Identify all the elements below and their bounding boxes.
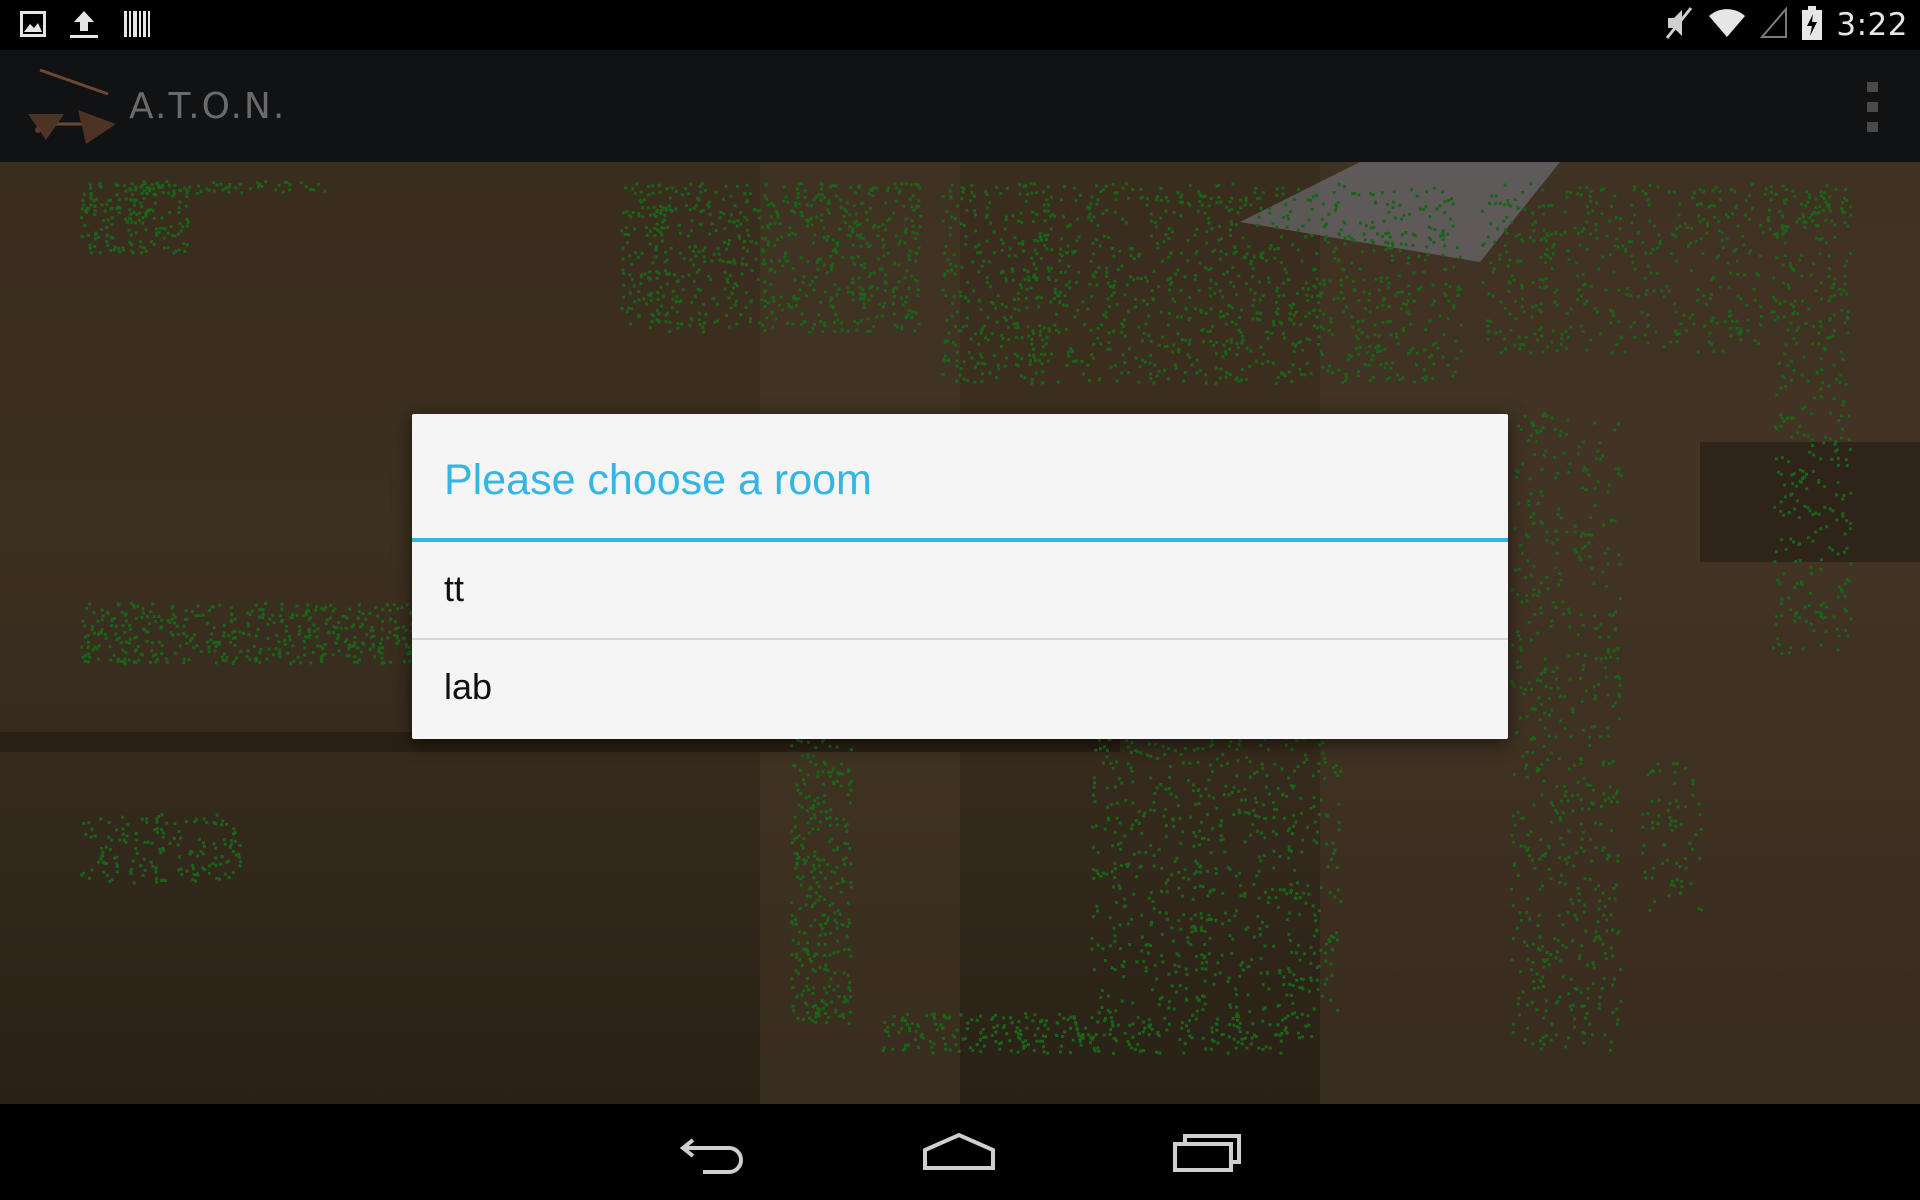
- signal-icon: [1760, 6, 1788, 43]
- action-bar: A.T.O.N.: [0, 50, 1920, 164]
- screen: 3:22 A.T.O.N. Please choose a room tt la…: [0, 0, 1920, 1200]
- upload-icon: [68, 8, 100, 44]
- status-bar: 3:22: [0, 0, 1920, 50]
- system-icons: 3:22: [1664, 6, 1908, 44]
- battery-charging-icon: [1802, 6, 1823, 44]
- overflow-menu-icon[interactable]: [1862, 82, 1882, 132]
- barcode-icon: [122, 9, 152, 43]
- mute-icon: [1664, 6, 1694, 44]
- app-logo-icon[interactable]: [24, 64, 124, 148]
- notification-icons: [20, 8, 152, 44]
- app-title: A.T.O.N.: [129, 86, 287, 127]
- image-icon: [20, 11, 46, 41]
- status-clock: 3:22: [1836, 7, 1908, 43]
- wifi-icon: [1708, 7, 1746, 43]
